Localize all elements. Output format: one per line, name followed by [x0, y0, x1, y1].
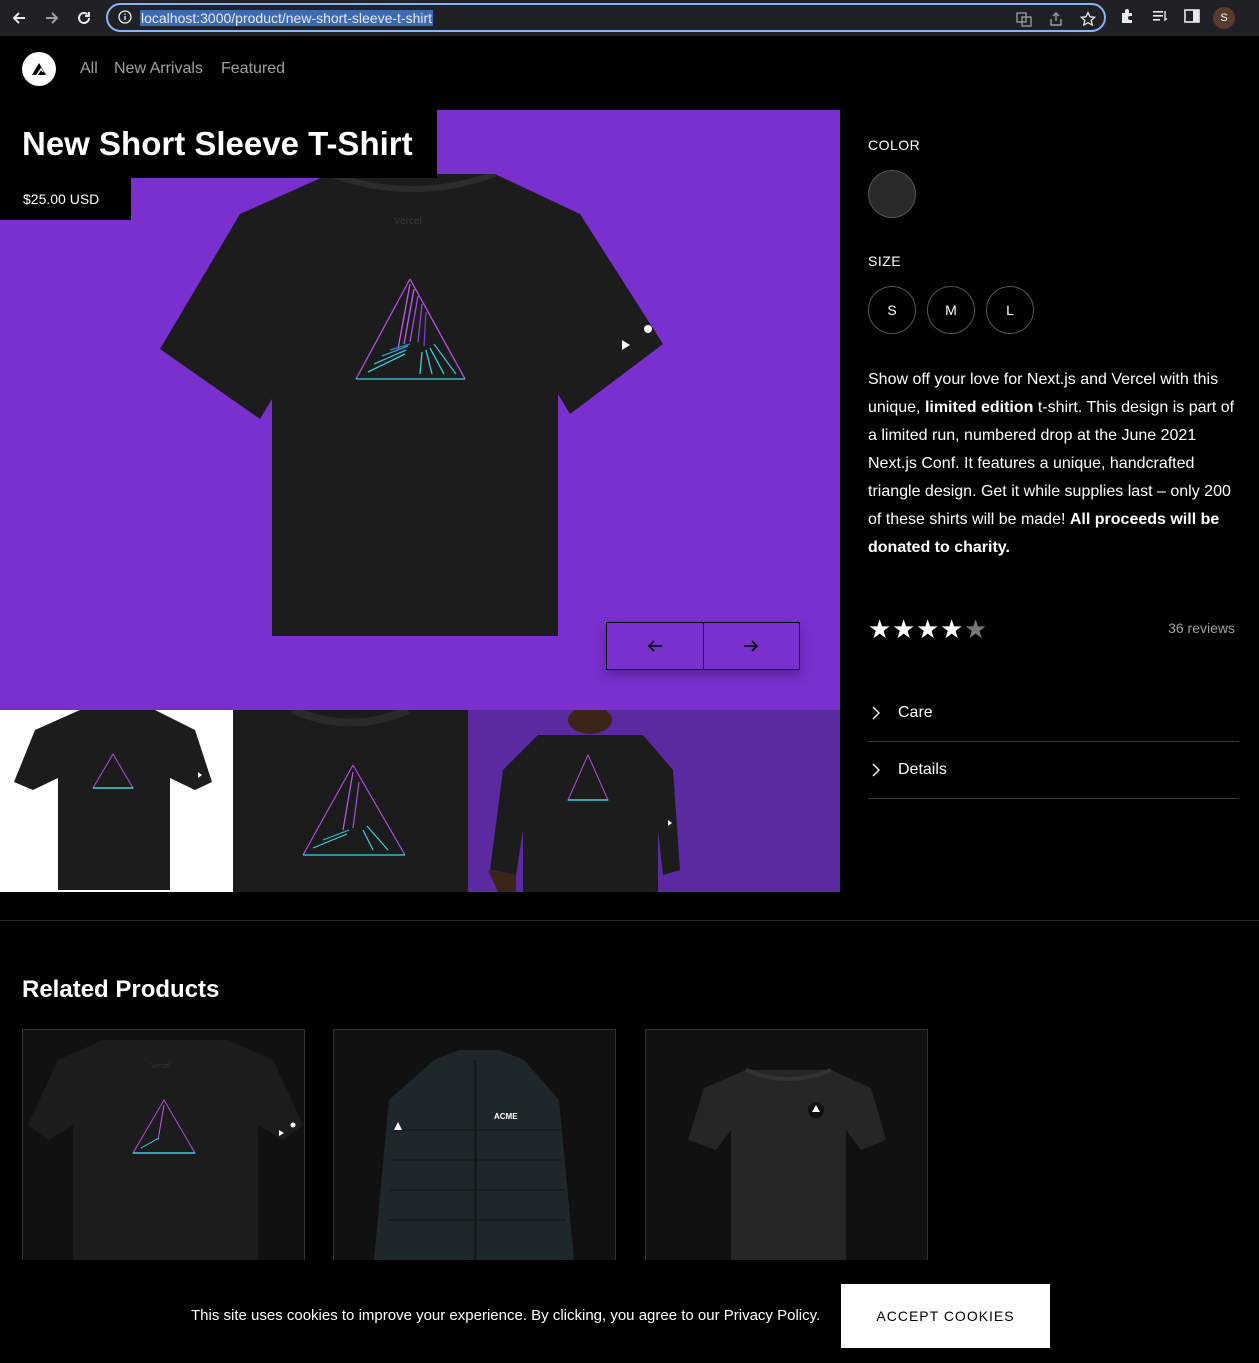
rating-stars: ★ ★ ★ ★ ★	[868, 616, 988, 642]
related-product-card[interactable]	[645, 1029, 928, 1269]
thumbnail-1[interactable]	[0, 710, 233, 892]
star-icon: ★	[964, 614, 988, 644]
back-icon[interactable]	[8, 7, 30, 29]
svg-text:Vercel: Vercel	[151, 1063, 171, 1070]
product-main-image: Vercel	[160, 174, 663, 636]
details-section-toggle[interactable]: Details	[868, 742, 1239, 799]
previous-image-button[interactable]	[607, 623, 703, 669]
store-logo-icon[interactable]	[22, 52, 56, 86]
gallery-nav	[606, 622, 800, 670]
chevron-right-icon	[868, 706, 898, 720]
review-count[interactable]: 36 reviews	[1168, 620, 1235, 636]
address-bar[interactable]: localhost:3000/product/new-short-sleeve-…	[106, 3, 1106, 32]
product-title: New Short Sleeve T-Shirt	[22, 125, 413, 162]
thumbnail-3[interactable]	[468, 710, 840, 892]
size-button-l[interactable]: L	[986, 286, 1034, 334]
product-description: Show off your love for Next.js and Verce…	[868, 371, 1235, 556]
thumbnail-strip	[0, 710, 840, 892]
site-header: All New Arrivals Featured	[0, 36, 1259, 102]
nav-link-new-arrivals[interactable]: New Arrivals	[114, 60, 203, 78]
extensions-icon[interactable]	[1119, 7, 1137, 30]
share-icon[interactable]	[1048, 11, 1064, 32]
arrow-right-icon	[744, 640, 759, 652]
translate-icon[interactable]	[1016, 11, 1032, 32]
accept-cookies-button[interactable]: ACCEPT COOKIES	[841, 1284, 1050, 1348]
nav-link-all[interactable]: All	[80, 60, 98, 78]
reading-list-icon[interactable]	[1151, 7, 1169, 30]
color-swatch-black[interactable]	[868, 170, 916, 218]
browser-toolbar: localhost:3000/product/new-short-sleeve-…	[0, 0, 1259, 36]
color-label: COLOR	[868, 137, 921, 153]
details-label: Details	[898, 761, 947, 778]
thumbnail-2[interactable]	[233, 710, 468, 892]
size-button-m[interactable]: M	[927, 286, 975, 334]
size-button-s[interactable]: S	[868, 286, 916, 334]
site-info-icon[interactable]	[118, 10, 132, 29]
svg-text:ACME: ACME	[494, 1112, 518, 1121]
profile-avatar[interactable]: S	[1213, 7, 1235, 29]
forward-icon[interactable]	[41, 7, 63, 29]
star-icon: ★	[940, 614, 964, 644]
related-product-card[interactable]: Vercel	[22, 1029, 305, 1269]
product-price: $25.00 USD	[0, 178, 131, 220]
cookie-banner: This site uses cookies to improve your e…	[0, 1260, 1259, 1363]
url-text[interactable]: localhost:3000/product/new-short-sleeve-…	[140, 10, 434, 26]
bookmark-star-icon[interactable]	[1079, 10, 1097, 32]
size-label: SIZE	[868, 253, 902, 269]
product-image-gallery: Vercel New Short Sleeve T-Shirt $25.00 U…	[0, 110, 840, 710]
shirt-brand-print: Vercel	[394, 216, 422, 227]
star-icon: ★	[916, 614, 940, 644]
star-icon: ★	[892, 614, 916, 644]
arrow-left-icon	[647, 640, 662, 652]
related-products-title: Related Products	[22, 976, 220, 1003]
chevron-right-icon	[868, 763, 898, 777]
star-icon: ★	[868, 614, 892, 644]
side-panel-icon[interactable]	[1183, 7, 1201, 30]
nav-link-featured[interactable]: Featured	[221, 60, 285, 78]
next-image-button[interactable]	[702, 623, 800, 669]
product-title-box: New Short Sleeve T-Shirt	[0, 110, 437, 178]
care-section-toggle[interactable]: Care	[868, 685, 1239, 742]
cookie-message: This site uses cookies to improve your e…	[191, 1307, 821, 1324]
care-label: Care	[898, 704, 933, 721]
reload-icon[interactable]	[73, 7, 95, 29]
section-divider	[0, 920, 1259, 921]
related-product-card[interactable]: ACME	[333, 1029, 616, 1269]
